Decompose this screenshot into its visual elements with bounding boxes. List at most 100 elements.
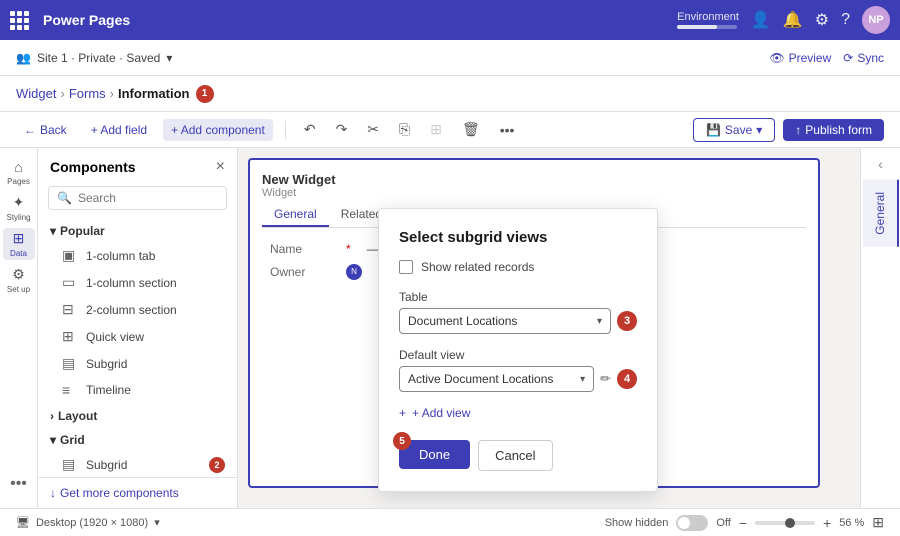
canvas-area: New Widget Widget General Related ▾ Name…: [238, 148, 860, 508]
site-actions: 👁 Preview ⟳ Sync: [769, 51, 884, 65]
comp-item-grid-subgrid[interactable]: ▤ Subgrid 2: [42, 451, 233, 477]
default-view-select[interactable]: Active Document Locations ▾: [399, 366, 594, 392]
1col-section-label: 1-column section: [86, 276, 177, 290]
styling-label: Styling: [6, 213, 30, 222]
breadcrumb-badge: 1: [196, 85, 214, 103]
components-panel: Components × 🔍 ▾ Popular ▣ 1-column tab …: [38, 148, 238, 508]
sidebar-item-setup[interactable]: ⚙ Set up: [3, 264, 35, 296]
breadcrumb-forms[interactable]: Forms: [69, 86, 106, 101]
top-bar: Power Pages Environment 👤 🔔 ⚙ ? NP: [0, 0, 900, 40]
save-button[interactable]: 💾 Save ▾: [693, 118, 775, 142]
quick-view-icon: ⊞: [62, 328, 78, 345]
grid-icon: [10, 11, 29, 30]
fit-icon[interactable]: ⊞: [872, 514, 884, 531]
desktop-chevron-icon[interactable]: ▾: [154, 516, 160, 529]
site-chevron-icon[interactable]: ▾: [166, 51, 172, 65]
subgrid-icon: ▤: [62, 355, 78, 372]
sidebar-item-styling[interactable]: ✦ Styling: [3, 192, 35, 224]
cancel-button[interactable]: Cancel: [478, 440, 552, 471]
breadcrumb-widget[interactable]: Widget: [16, 86, 56, 101]
breadcrumb-sep1: ›: [60, 86, 64, 101]
owner-avatar: N: [346, 264, 362, 280]
quick-view-label: Quick view: [86, 330, 144, 344]
dialog-actions: Done 5 Cancel: [399, 440, 637, 471]
preview-icon: 👁: [769, 51, 784, 65]
bottom-left: 🖥 Desktop (1920 × 1080) ▾: [16, 516, 160, 529]
1col-tab-icon: ▣: [62, 247, 78, 264]
avatar[interactable]: NP: [862, 6, 890, 34]
comp-item-quick-view[interactable]: ⊞ Quick view: [42, 323, 233, 350]
right-sidebar-chevron[interactable]: ‹: [870, 148, 891, 180]
default-view-value: Active Document Locations: [408, 372, 553, 386]
breadcrumb-bar: Widget › Forms › Information 1: [0, 76, 900, 112]
panel-close-button[interactable]: ×: [216, 158, 225, 176]
comp-item-1col-section[interactable]: ▭ 1-column section: [42, 269, 233, 296]
toolbar-separator: [285, 121, 286, 139]
more-nav-button[interactable]: •••: [3, 468, 35, 500]
get-more-components[interactable]: ↓ Get more components: [38, 477, 237, 508]
show-related-checkbox[interactable]: [399, 260, 413, 274]
edit-icon[interactable]: ✏: [600, 371, 611, 387]
form-widget-sub: Widget: [262, 187, 806, 199]
breadcrumb-current: Information: [118, 86, 190, 101]
done-badge: 5: [393, 432, 411, 450]
search-input[interactable]: [78, 191, 218, 205]
help-icon[interactable]: ?: [841, 11, 850, 29]
more-button[interactable]: •••: [494, 118, 521, 142]
grid-label: Grid: [60, 433, 85, 447]
breadcrumb-sep2: ›: [110, 86, 114, 101]
redo-button[interactable]: ↷: [330, 117, 354, 142]
panel-header: Components ×: [38, 148, 237, 182]
popular-label: Popular: [60, 224, 105, 238]
sidebar-item-pages[interactable]: ⌂ Pages: [3, 156, 35, 188]
add-component-button[interactable]: + Add component: [163, 119, 273, 141]
left-sidebar: ⌂ Pages ✦ Styling ⊞ Data ⚙ Set up •••: [0, 148, 38, 508]
cut-button[interactable]: ✂: [361, 117, 385, 142]
save-label: Save: [725, 123, 752, 137]
settings-icon[interactable]: ⚙: [815, 10, 829, 30]
sidebar-item-data[interactable]: ⊞ Data: [3, 228, 35, 260]
default-view-label: Default view: [399, 348, 637, 362]
add-field-button[interactable]: + Add field: [83, 119, 155, 141]
show-hidden-toggle[interactable]: [676, 515, 708, 531]
comp-item-subgrid[interactable]: ▤ Subgrid: [42, 350, 233, 377]
sync-button[interactable]: ⟳ Sync: [843, 51, 884, 65]
desktop-label[interactable]: Desktop (1920 × 1080): [36, 517, 148, 529]
preview-button[interactable]: 👁 Preview: [769, 51, 831, 65]
group-grid[interactable]: ▾ Grid: [42, 427, 233, 451]
bottom-right: Show hidden Off − + 56 % ⊞: [605, 514, 884, 531]
paste-button[interactable]: ⊞: [424, 117, 448, 142]
person-icon[interactable]: 👤: [751, 10, 771, 30]
zoom-plus-icon[interactable]: +: [823, 515, 831, 531]
default-view-badge: 4: [617, 369, 637, 389]
comp-item-1col-tab[interactable]: ▣ 1-column tab: [42, 242, 233, 269]
zoom-slider[interactable]: [755, 521, 815, 525]
group-popular[interactable]: ▾ Popular: [42, 218, 233, 242]
grid-chevron-icon: ▾: [50, 433, 56, 447]
grid-subgrid-icon: ▤: [62, 456, 78, 473]
site-label: Site 1 · Private · Saved: [37, 51, 160, 65]
back-button[interactable]: ← Back: [16, 119, 75, 141]
add-view-row[interactable]: + + Add view: [399, 406, 637, 420]
get-more-icon: ↓: [50, 486, 56, 500]
table-select[interactable]: Document Locations ▾: [399, 308, 611, 334]
tab-general[interactable]: General: [262, 203, 329, 227]
setup-icon: ⚙: [12, 266, 25, 283]
table-select-row: Document Locations ▾ 3: [399, 308, 637, 334]
comp-item-2col-section[interactable]: ⊟ 2-column section: [42, 296, 233, 323]
save-icon: 💾: [706, 123, 721, 137]
right-tab-general[interactable]: General: [863, 180, 899, 247]
search-box[interactable]: 🔍: [48, 186, 227, 210]
layout-label: Layout: [58, 409, 97, 423]
save-dropdown-icon: ▾: [756, 123, 762, 137]
pages-label: Pages: [7, 177, 30, 186]
zoom-minus-icon[interactable]: −: [739, 515, 747, 531]
comp-item-timeline[interactable]: ≡ Timeline: [42, 377, 233, 403]
publish-button[interactable]: ↑ Publish form: [783, 119, 884, 141]
group-layout[interactable]: › Layout: [42, 403, 233, 427]
undo-button[interactable]: ↶: [298, 117, 322, 142]
data-icon: ⊞: [13, 230, 25, 247]
bell-icon[interactable]: 🔔: [783, 10, 803, 30]
copy-button[interactable]: ⎘: [393, 117, 416, 142]
delete-button[interactable]: 🗑: [456, 117, 486, 142]
